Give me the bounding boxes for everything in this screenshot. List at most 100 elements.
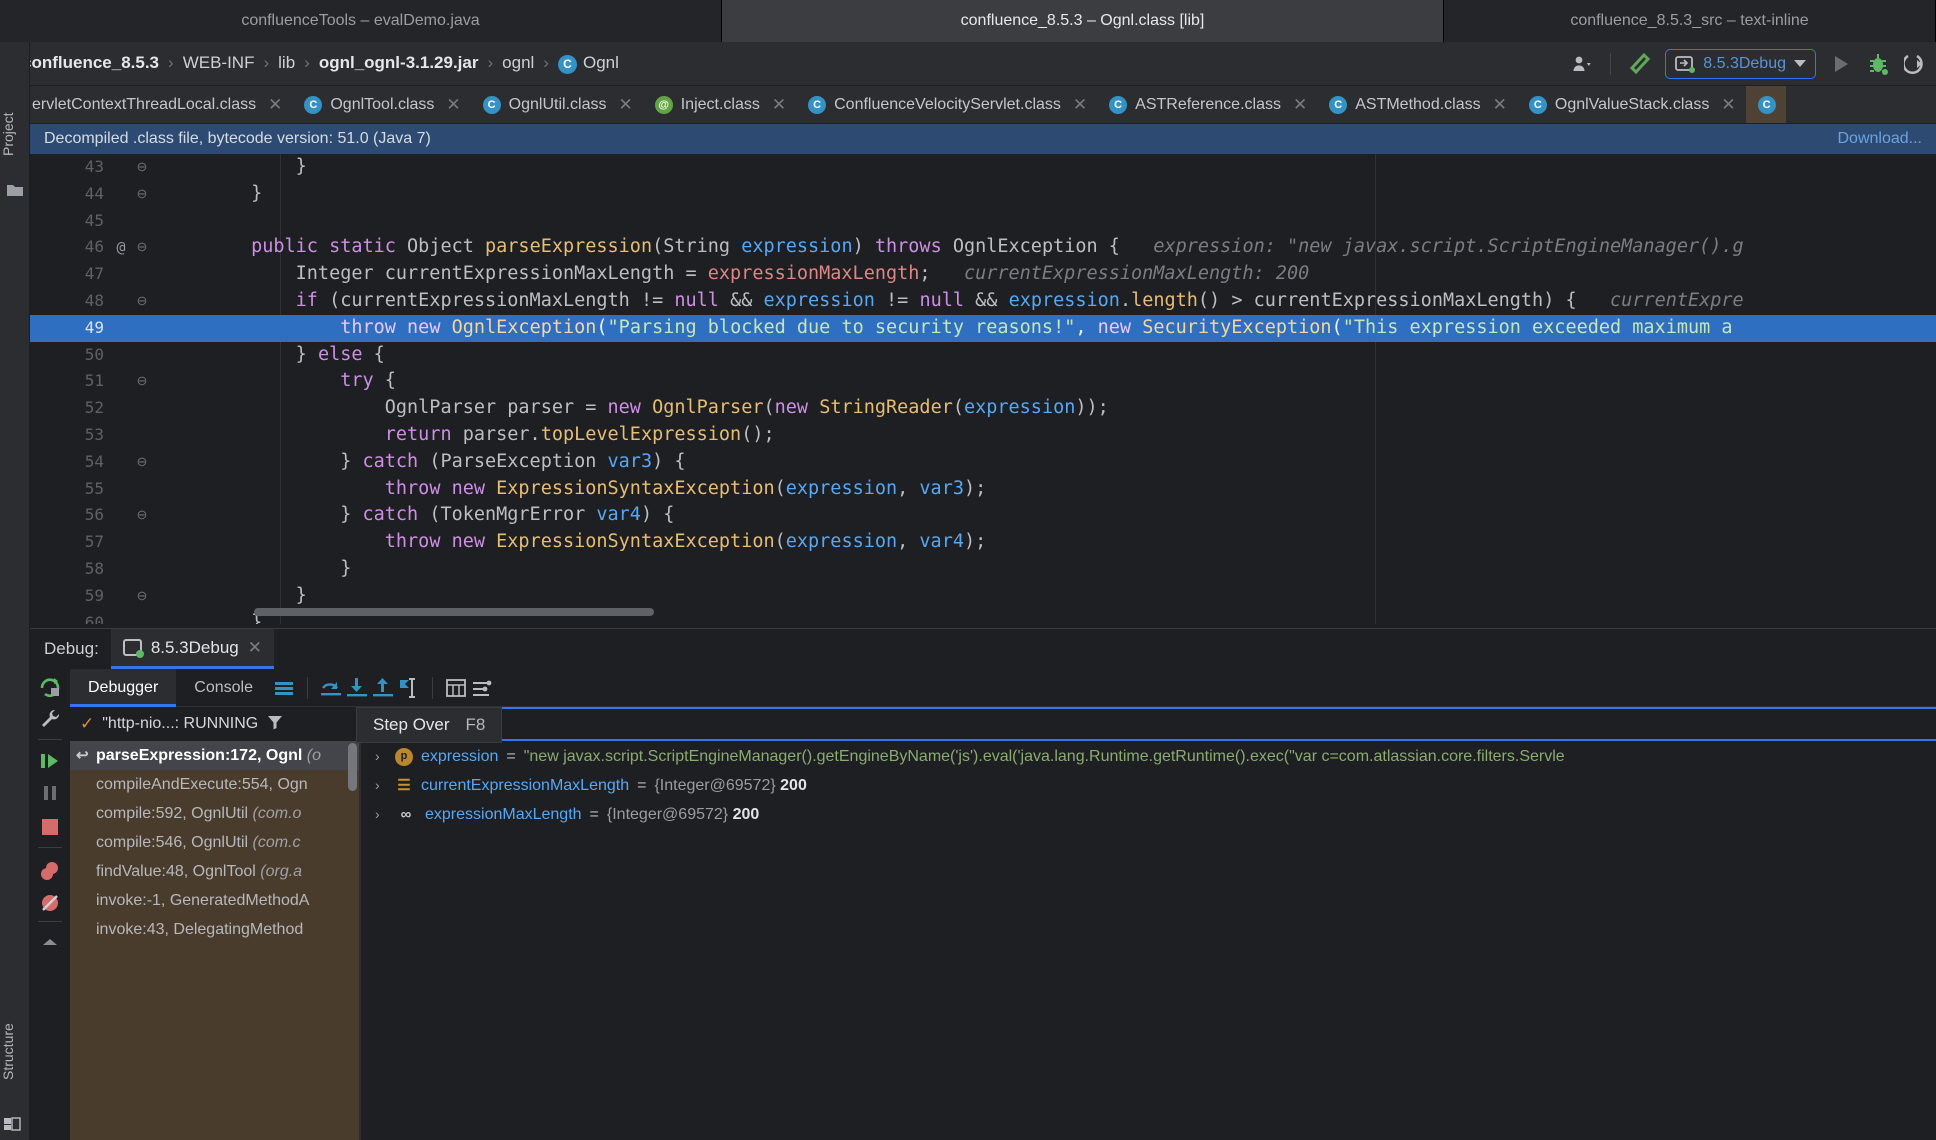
chevron-right-icon[interactable]: › bbox=[375, 742, 387, 771]
code-line[interactable]: 57 throw new ExpressionSyntaxException(e… bbox=[30, 529, 1936, 556]
resume-program-icon[interactable] bbox=[38, 749, 62, 773]
code-line[interactable]: 45 bbox=[30, 208, 1936, 235]
tab-console[interactable]: Console bbox=[176, 669, 271, 707]
folder-icon[interactable] bbox=[6, 182, 24, 200]
download-sources-link[interactable]: Download... bbox=[1838, 130, 1923, 148]
code-line[interactable]: 56 ⊖ } catch (TokenMgrError var4) { bbox=[30, 502, 1936, 529]
code-line[interactable]: 53 return parser.topLevelExpression(); bbox=[30, 422, 1936, 449]
debug-session-tab[interactable]: 8.5.3Debug ✕ bbox=[110, 629, 274, 669]
code-line[interactable]: 54 ⊖ } catch (ParseException var3) { bbox=[30, 449, 1936, 476]
chevron-right-icon[interactable]: › bbox=[375, 771, 387, 800]
code-line[interactable]: 46 @ ⊖ public static Object parseExpressio… bbox=[30, 234, 1936, 261]
code-line[interactable]: 50 } else { bbox=[30, 342, 1936, 369]
step-out-icon[interactable] bbox=[370, 675, 396, 701]
variables-panel[interactable]: ›Sstatic members of Ognl›pexpression = "… bbox=[360, 707, 1936, 1140]
editor-horizontal-scrollbar[interactable] bbox=[162, 608, 1926, 616]
run-configuration-selector[interactable]: 8.5.3Debug bbox=[1665, 48, 1816, 79]
frame-row[interactable]: compile:546, OgnlUtil (com.c bbox=[70, 828, 359, 857]
editor-tab-servletcontextthreadlocal[interactable]: ervletContextThreadLocal.class ✕ bbox=[0, 86, 292, 123]
code-line[interactable]: 55 throw new ExpressionSyntaxException(e… bbox=[30, 476, 1936, 503]
editor-tab-ognlutil[interactable]: C OgnlUtil.class ✕ bbox=[471, 86, 643, 123]
editor-tab-inject[interactable]: @ Inject.class ✕ bbox=[643, 86, 796, 123]
user-group-icon[interactable] bbox=[1572, 54, 1596, 74]
close-icon[interactable]: ✕ bbox=[772, 95, 786, 115]
stop-step-icon[interactable] bbox=[1904, 53, 1926, 75]
os-window-tab-2[interactable]: confluence_8.5.3 – Ognl.class [lib] bbox=[722, 0, 1444, 42]
stop-program-icon[interactable] bbox=[38, 815, 62, 839]
pause-program-icon[interactable] bbox=[38, 781, 62, 805]
settings-sliders-icon[interactable] bbox=[469, 675, 495, 701]
code-fold-icon[interactable]: ⊖ bbox=[134, 502, 150, 529]
more-options-icon[interactable] bbox=[38, 931, 62, 955]
editor-tab-ognl-active[interactable]: C bbox=[1745, 86, 1786, 123]
breadcrumb-item-project[interactable]: confluence_8.5.3 bbox=[18, 51, 163, 75]
editor-tab-astreference[interactable]: C ASTReference.class ✕ bbox=[1097, 86, 1317, 123]
code-fold-icon[interactable]: ⊖ bbox=[134, 234, 150, 261]
thread-selector[interactable]: ✓ "http-nio...: RUNNING bbox=[70, 707, 359, 741]
close-icon[interactable]: ✕ bbox=[268, 95, 282, 115]
variable-row[interactable]: › ∞ expressionMaxLength = {Integer@69572} … bbox=[361, 800, 1936, 829]
close-icon[interactable]: ✕ bbox=[618, 95, 632, 115]
code-fold-icon[interactable]: ⊖ bbox=[134, 368, 150, 395]
code-line[interactable]: 44 ⊖ } bbox=[30, 181, 1936, 208]
hammer-icon[interactable] bbox=[1625, 52, 1651, 76]
layout-settings-icon[interactable] bbox=[271, 675, 297, 701]
evaluate-expression-input[interactable]: n.length() bbox=[360, 707, 1936, 741]
close-icon[interactable]: ✕ bbox=[446, 95, 460, 115]
debug-icon[interactable] bbox=[1866, 52, 1890, 76]
editor-tab-ognlvaluestack[interactable]: C OgnlValueStack.class ✕ bbox=[1517, 86, 1746, 123]
code-editor[interactable]: 43 ⊖ } 44 ⊖ } 45 46 @ ⊖ public static Object pa… bbox=[30, 154, 1936, 624]
frames-list[interactable]: ↩ parseExpression:172, Ognl (o compileAndE… bbox=[70, 741, 359, 944]
frame-row[interactable]: ↩ parseExpression:172, Ognl (o bbox=[70, 741, 359, 770]
close-icon[interactable]: ✕ bbox=[1293, 95, 1307, 115]
evaluate-expression-icon[interactable] bbox=[443, 675, 469, 701]
code-line[interactable]: 47 Integer currentExpressionMaxLength = … bbox=[30, 261, 1936, 288]
code-fold-icon[interactable]: ⊖ bbox=[134, 288, 150, 315]
close-icon[interactable]: ✕ bbox=[1073, 95, 1087, 115]
breadcrumb-item-webinf[interactable]: WEB-INF bbox=[179, 51, 259, 75]
filter-icon[interactable] bbox=[266, 713, 284, 736]
gutter-annotation-icon[interactable]: @ bbox=[112, 234, 130, 261]
step-over-icon[interactable] bbox=[318, 675, 344, 701]
run-icon[interactable] bbox=[1830, 53, 1852, 75]
settings-wrench-icon[interactable] bbox=[38, 707, 62, 731]
code-line[interactable]: 51 ⊖ try { bbox=[30, 368, 1936, 395]
code-line[interactable]: 48 ⊖ if (currentExpressionMaxLength != nu… bbox=[30, 288, 1936, 315]
frame-row[interactable]: findValue:48, OgnlTool (org.a bbox=[70, 857, 359, 886]
rerun-icon[interactable] bbox=[38, 675, 62, 699]
breadcrumb-item-lib[interactable]: lib bbox=[274, 51, 299, 75]
frame-row[interactable]: invoke:43, DelegatingMethod bbox=[70, 915, 359, 944]
variable-row[interactable]: › p expression = "new javax.script.ScriptE… bbox=[361, 742, 1936, 771]
breadcrumb-item-jar[interactable]: ognl_ognl-3.1.29.jar bbox=[315, 51, 483, 75]
view-breakpoints-icon[interactable] bbox=[38, 859, 62, 883]
frame-row[interactable]: compileAndExecute:554, Ogn bbox=[70, 770, 359, 799]
run-to-cursor-icon[interactable] bbox=[396, 675, 422, 701]
code-fold-icon[interactable]: ⊖ bbox=[134, 583, 150, 610]
editor-tab-astmethod[interactable]: C ASTMethod.class ✕ bbox=[1317, 86, 1517, 123]
layout-icon[interactable] bbox=[2, 1114, 28, 1136]
sidebar-item-structure[interactable]: Structure bbox=[0, 1004, 30, 1100]
frame-row[interactable]: compile:592, OgnlUtil (com.o bbox=[70, 799, 359, 828]
close-icon[interactable]: ✕ bbox=[248, 638, 262, 658]
variable-row[interactable]: › ☰ currentExpressionMaxLength = {Integer@… bbox=[361, 771, 1936, 800]
code-line[interactable]: 43 ⊖ } bbox=[30, 154, 1936, 181]
step-into-icon[interactable] bbox=[344, 675, 370, 701]
close-icon[interactable]: ✕ bbox=[1721, 95, 1735, 115]
chevron-right-icon[interactable]: › bbox=[375, 800, 387, 829]
code-fold-icon[interactable]: ⊖ bbox=[134, 181, 150, 208]
code-fold-icon[interactable]: ⊖ bbox=[134, 154, 150, 181]
os-window-tab-1[interactable]: confluenceTools – evalDemo.java bbox=[0, 0, 722, 42]
breadcrumb-item-class[interactable]: C Ognl bbox=[554, 51, 623, 75]
frames-scrollbar[interactable] bbox=[348, 743, 357, 791]
breadcrumb-item-package[interactable]: ognl bbox=[498, 51, 538, 75]
mute-breakpoints-icon[interactable] bbox=[38, 891, 62, 915]
code-line[interactable]: 52 OgnlParser parser = new OgnlParser(ne… bbox=[30, 395, 1936, 422]
sidebar-item-project[interactable]: Project bbox=[0, 94, 30, 174]
editor-tab-ognltool[interactable]: C OgnlTool.class ✕ bbox=[292, 86, 470, 123]
frames-panel[interactable]: ✓ "http-nio...: RUNNING ↩ parseExpression… bbox=[70, 707, 360, 1140]
code-line[interactable]: 59 ⊖ } bbox=[30, 583, 1936, 610]
frame-row[interactable]: invoke:-1, GeneratedMethodA bbox=[70, 886, 359, 915]
code-line[interactable]: 49 throw new OgnlException("Parsing bloc… bbox=[30, 314, 1936, 342]
close-icon[interactable]: ✕ bbox=[1493, 95, 1507, 115]
os-window-tab-3[interactable]: confluence_8.5.3_src – text-inline bbox=[1444, 0, 1936, 42]
